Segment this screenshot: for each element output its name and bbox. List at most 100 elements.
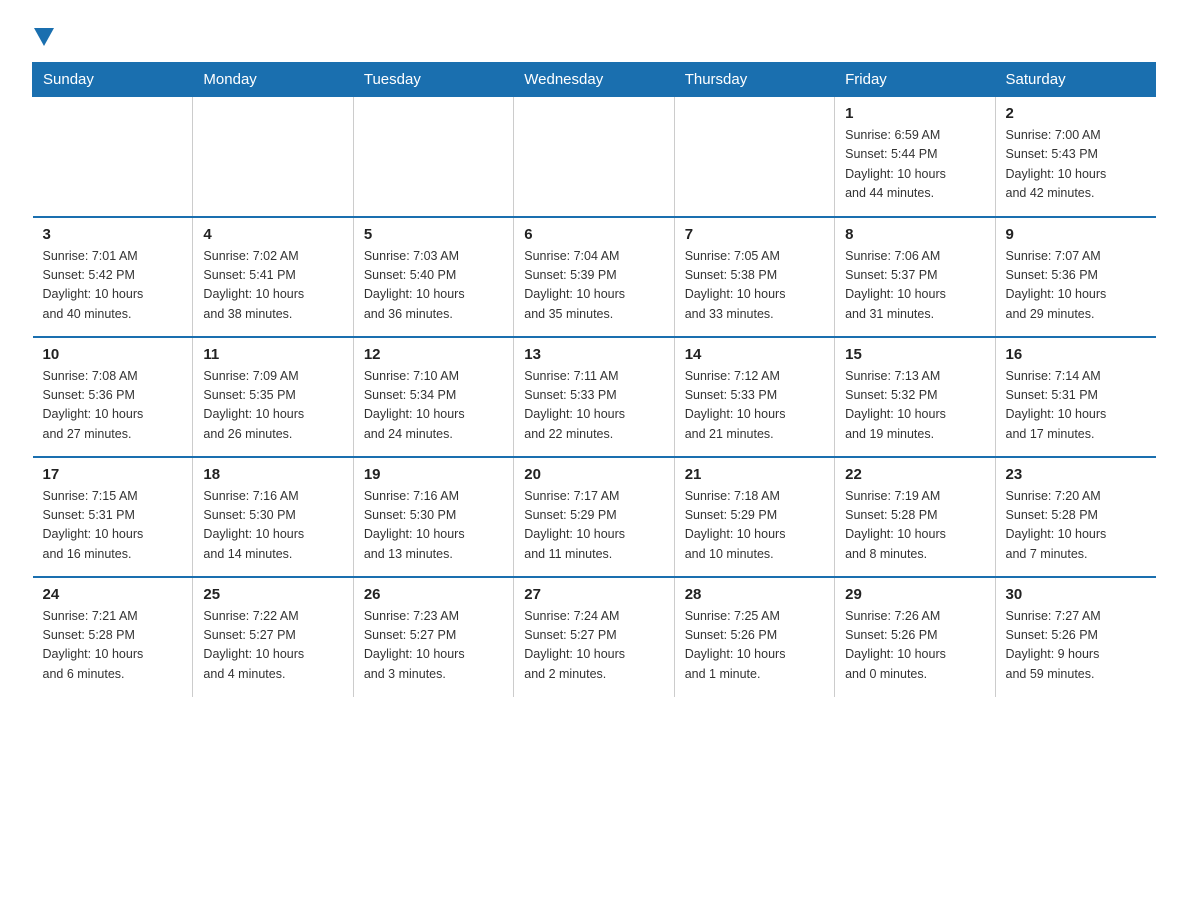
week-row-2: 3 Sunrise: 7:01 AM Sunset: 5:42 PM Daylig… xyxy=(33,217,1156,337)
day-number: 27 xyxy=(524,586,663,603)
day-cell: 23 Sunrise: 7:20 AM Sunset: 5:28 PM Dayli… xyxy=(995,457,1155,577)
day-cell: 25 Sunrise: 7:22 AM Sunset: 5:27 PM Dayli… xyxy=(193,577,353,697)
day-cell xyxy=(514,97,674,217)
logo-triangle-icon xyxy=(34,28,54,46)
day-info: Sunrise: 7:08 AM Sunset: 5:36 PM Dayligh… xyxy=(43,367,183,445)
day-number: 23 xyxy=(1006,466,1146,483)
day-info: Sunrise: 7:20 AM Sunset: 5:28 PM Dayligh… xyxy=(1006,487,1146,565)
day-info: Sunrise: 7:25 AM Sunset: 5:26 PM Dayligh… xyxy=(685,607,824,685)
day-cell: 14 Sunrise: 7:12 AM Sunset: 5:33 PM Dayli… xyxy=(674,337,834,457)
day-cell: 11 Sunrise: 7:09 AM Sunset: 5:35 PM Dayli… xyxy=(193,337,353,457)
day-cell: 20 Sunrise: 7:17 AM Sunset: 5:29 PM Dayli… xyxy=(514,457,674,577)
day-number: 4 xyxy=(203,226,342,243)
day-cell: 18 Sunrise: 7:16 AM Sunset: 5:30 PM Dayli… xyxy=(193,457,353,577)
day-info: Sunrise: 7:17 AM Sunset: 5:29 PM Dayligh… xyxy=(524,487,663,565)
day-number: 7 xyxy=(685,226,824,243)
day-cell: 10 Sunrise: 7:08 AM Sunset: 5:36 PM Dayli… xyxy=(33,337,193,457)
day-info: Sunrise: 7:12 AM Sunset: 5:33 PM Dayligh… xyxy=(685,367,824,445)
day-info: Sunrise: 7:10 AM Sunset: 5:34 PM Dayligh… xyxy=(364,367,503,445)
logo xyxy=(32,24,54,44)
day-number: 16 xyxy=(1006,346,1146,363)
day-cell: 12 Sunrise: 7:10 AM Sunset: 5:34 PM Dayli… xyxy=(353,337,513,457)
day-number: 11 xyxy=(203,346,342,363)
day-cell: 3 Sunrise: 7:01 AM Sunset: 5:42 PM Daylig… xyxy=(33,217,193,337)
day-cell: 30Sunrise: 7:27 AM Sunset: 5:26 PM Dayli… xyxy=(995,577,1155,697)
day-info: Sunrise: 7:03 AM Sunset: 5:40 PM Dayligh… xyxy=(364,247,503,325)
day-cell: 9 Sunrise: 7:07 AM Sunset: 5:36 PM Daylig… xyxy=(995,217,1155,337)
weekday-header-monday: Monday xyxy=(193,63,353,97)
day-info: Sunrise: 7:07 AM Sunset: 5:36 PM Dayligh… xyxy=(1006,247,1146,325)
day-info: Sunrise: 7:21 AM Sunset: 5:28 PM Dayligh… xyxy=(43,607,183,685)
day-info: Sunrise: 7:15 AM Sunset: 5:31 PM Dayligh… xyxy=(43,487,183,565)
day-cell: 17 Sunrise: 7:15 AM Sunset: 5:31 PM Dayli… xyxy=(33,457,193,577)
day-cell: 15Sunrise: 7:13 AM Sunset: 5:32 PM Dayli… xyxy=(835,337,995,457)
week-row-3: 10 Sunrise: 7:08 AM Sunset: 5:36 PM Dayli… xyxy=(33,337,1156,457)
weekday-header-wednesday: Wednesday xyxy=(514,63,674,97)
day-cell: 24 Sunrise: 7:21 AM Sunset: 5:28 PM Dayli… xyxy=(33,577,193,697)
day-number: 28 xyxy=(685,586,824,603)
day-number: 14 xyxy=(685,346,824,363)
day-info: Sunrise: 7:14 AM Sunset: 5:31 PM Dayligh… xyxy=(1006,367,1146,445)
day-number: 17 xyxy=(43,466,183,483)
day-cell: 16 Sunrise: 7:14 AM Sunset: 5:31 PM Dayli… xyxy=(995,337,1155,457)
weekday-header-row: SundayMondayTuesdayWednesdayThursdayFrid… xyxy=(33,63,1156,97)
day-cell: 6 Sunrise: 7:04 AM Sunset: 5:39 PM Daylig… xyxy=(514,217,674,337)
day-cell: 27 Sunrise: 7:24 AM Sunset: 5:27 PM Dayli… xyxy=(514,577,674,697)
day-number: 5 xyxy=(364,226,503,243)
day-number: 18 xyxy=(203,466,342,483)
day-info: Sunrise: 7:00 AM Sunset: 5:43 PM Dayligh… xyxy=(1006,126,1146,204)
weekday-header-thursday: Thursday xyxy=(674,63,834,97)
weekday-header-sunday: Sunday xyxy=(33,63,193,97)
day-info: Sunrise: 7:04 AM Sunset: 5:39 PM Dayligh… xyxy=(524,247,663,325)
day-number: 9 xyxy=(1006,226,1146,243)
day-info: Sunrise: 7:01 AM Sunset: 5:42 PM Dayligh… xyxy=(43,247,183,325)
day-number: 26 xyxy=(364,586,503,603)
day-info: Sunrise: 7:22 AM Sunset: 5:27 PM Dayligh… xyxy=(203,607,342,685)
day-number: 20 xyxy=(524,466,663,483)
day-number: 29 xyxy=(845,586,984,603)
day-number: 13 xyxy=(524,346,663,363)
day-cell: 29Sunrise: 7:26 AM Sunset: 5:26 PM Dayli… xyxy=(835,577,995,697)
day-cell: 13 Sunrise: 7:11 AM Sunset: 5:33 PM Dayli… xyxy=(514,337,674,457)
day-number: 19 xyxy=(364,466,503,483)
day-number: 24 xyxy=(43,586,183,603)
week-row-4: 17 Sunrise: 7:15 AM Sunset: 5:31 PM Dayli… xyxy=(33,457,1156,577)
day-number: 10 xyxy=(43,346,183,363)
calendar-table: SundayMondayTuesdayWednesdayThursdayFrid… xyxy=(32,62,1156,697)
day-number: 21 xyxy=(685,466,824,483)
weekday-header-friday: Friday xyxy=(835,63,995,97)
day-cell: 7 Sunrise: 7:05 AM Sunset: 5:38 PM Daylig… xyxy=(674,217,834,337)
day-info: Sunrise: 7:16 AM Sunset: 5:30 PM Dayligh… xyxy=(364,487,503,565)
day-info: Sunrise: 7:16 AM Sunset: 5:30 PM Dayligh… xyxy=(203,487,342,565)
week-row-1: 1Sunrise: 6:59 AM Sunset: 5:44 PM Daylig… xyxy=(33,97,1156,217)
day-info: Sunrise: 7:11 AM Sunset: 5:33 PM Dayligh… xyxy=(524,367,663,445)
day-cell: 21 Sunrise: 7:18 AM Sunset: 5:29 PM Dayli… xyxy=(674,457,834,577)
day-cell xyxy=(353,97,513,217)
day-info: Sunrise: 7:05 AM Sunset: 5:38 PM Dayligh… xyxy=(685,247,824,325)
day-info: Sunrise: 7:02 AM Sunset: 5:41 PM Dayligh… xyxy=(203,247,342,325)
day-number: 2 xyxy=(1006,105,1146,122)
weekday-header-tuesday: Tuesday xyxy=(353,63,513,97)
day-info: Sunrise: 7:23 AM Sunset: 5:27 PM Dayligh… xyxy=(364,607,503,685)
day-info: Sunrise: 7:27 AM Sunset: 5:26 PM Dayligh… xyxy=(1006,607,1146,685)
day-cell: 2 Sunrise: 7:00 AM Sunset: 5:43 PM Daylig… xyxy=(995,97,1155,217)
week-row-5: 24 Sunrise: 7:21 AM Sunset: 5:28 PM Dayli… xyxy=(33,577,1156,697)
day-cell: 8Sunrise: 7:06 AM Sunset: 5:37 PM Daylig… xyxy=(835,217,995,337)
day-cell xyxy=(193,97,353,217)
day-number: 3 xyxy=(43,226,183,243)
day-number: 1 xyxy=(845,105,984,122)
day-info: Sunrise: 7:18 AM Sunset: 5:29 PM Dayligh… xyxy=(685,487,824,565)
day-number: 15 xyxy=(845,346,984,363)
day-cell: 19 Sunrise: 7:16 AM Sunset: 5:30 PM Dayli… xyxy=(353,457,513,577)
day-number: 6 xyxy=(524,226,663,243)
day-cell: 1Sunrise: 6:59 AM Sunset: 5:44 PM Daylig… xyxy=(835,97,995,217)
day-info: Sunrise: 7:24 AM Sunset: 5:27 PM Dayligh… xyxy=(524,607,663,685)
day-info: Sunrise: 7:09 AM Sunset: 5:35 PM Dayligh… xyxy=(203,367,342,445)
day-cell: 26 Sunrise: 7:23 AM Sunset: 5:27 PM Dayli… xyxy=(353,577,513,697)
day-info: Sunrise: 7:19 AM Sunset: 5:28 PM Dayligh… xyxy=(845,487,984,565)
day-cell: 28 Sunrise: 7:25 AM Sunset: 5:26 PM Dayli… xyxy=(674,577,834,697)
day-number: 25 xyxy=(203,586,342,603)
day-cell: 5 Sunrise: 7:03 AM Sunset: 5:40 PM Daylig… xyxy=(353,217,513,337)
day-number: 12 xyxy=(364,346,503,363)
day-number: 22 xyxy=(845,466,984,483)
